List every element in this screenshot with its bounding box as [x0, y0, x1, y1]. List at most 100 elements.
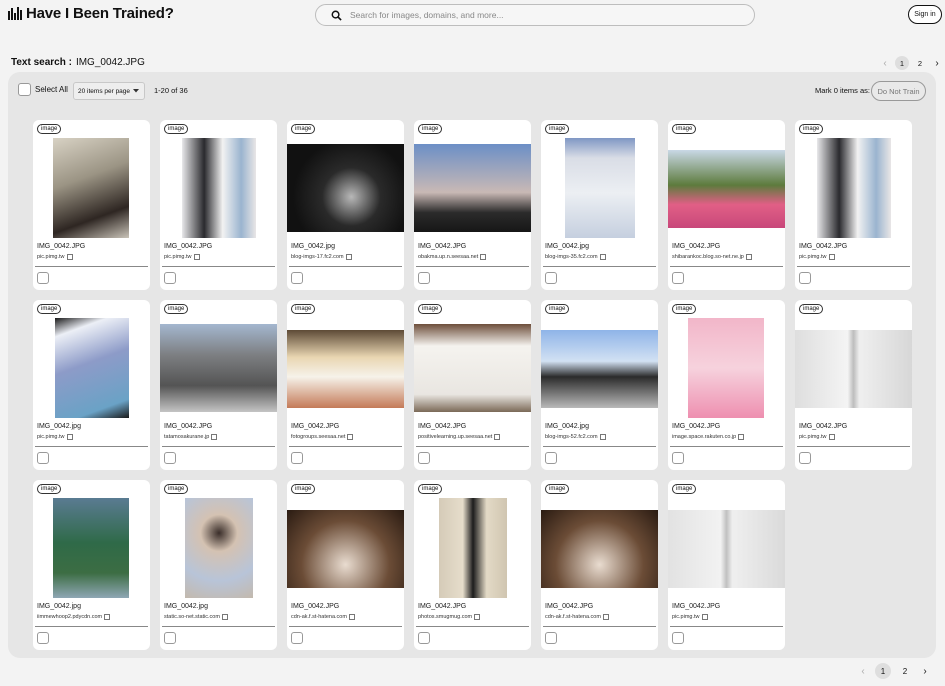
result-card[interactable]: image IMG_0042.JPG pic.pimg.tw	[668, 480, 785, 650]
result-thumbnail[interactable]	[160, 324, 277, 412]
result-select-checkbox[interactable]	[672, 272, 684, 284]
result-select-checkbox[interactable]	[291, 632, 303, 644]
logo[interactable]: Have I Been Trained?	[8, 5, 174, 22]
select-all[interactable]: Select All	[18, 83, 68, 96]
result-select-checkbox[interactable]	[545, 632, 557, 644]
page-1-button[interactable]: 1	[875, 663, 891, 679]
next-page-button[interactable]: ›	[919, 666, 931, 677]
select-all-checkbox[interactable]	[18, 83, 31, 96]
page-2-button[interactable]: 2	[897, 663, 913, 679]
result-domain-link[interactable]: blog-imgs-17.fc2.com	[291, 254, 352, 260]
result-card[interactable]: image IMG_0042.jpg blog-imgs-52.fc2.com	[541, 300, 658, 470]
result-thumbnail[interactable]	[414, 324, 531, 412]
result-select-checkbox[interactable]	[418, 452, 430, 464]
result-thumbnail[interactable]	[182, 138, 256, 238]
result-card[interactable]: image IMG_0042.JPG cdn-ak.f.st-hatena.com	[541, 480, 658, 650]
next-page-button[interactable]: ›	[931, 58, 943, 69]
prev-page-button[interactable]: ‹	[857, 666, 869, 677]
result-thumbnail[interactable]	[817, 138, 891, 238]
external-link-icon	[66, 254, 73, 260]
result-select-checkbox[interactable]	[37, 452, 49, 464]
result-domain-link[interactable]: pic.pimg.tw	[799, 254, 835, 260]
result-select-checkbox[interactable]	[291, 452, 303, 464]
result-card[interactable]: image IMG_0042.JPG obakma.up.n.seesaa.net	[414, 120, 531, 290]
result-domain-link[interactable]: photos.smugmug.com	[418, 614, 481, 620]
result-domain-link[interactable]: pic.pimg.tw	[672, 614, 708, 620]
result-card[interactable]: image IMG_0042.jpg static.so-net.static.co…	[160, 480, 277, 650]
result-thumbnail[interactable]	[795, 330, 912, 408]
result-thumbnail[interactable]	[668, 150, 785, 228]
result-domain-link[interactable]: positivelearning.up.seesaa.net	[418, 434, 501, 440]
result-card[interactable]: image IMG_0042.JPG cdn-ak.f.st-hatena.com	[287, 480, 404, 650]
result-select-checkbox[interactable]	[799, 452, 811, 464]
result-card[interactable]: image IMG_0042.jpg blog-imgs-17.fc2.com	[287, 120, 404, 290]
result-select-checkbox[interactable]	[164, 632, 176, 644]
items-per-page-select[interactable]: 20 items per page	[73, 82, 145, 100]
result-domain-link[interactable]: pic.pimg.tw	[799, 434, 835, 440]
page-1-button[interactable]: 1	[895, 56, 909, 70]
result-thumbnail[interactable]	[668, 510, 785, 588]
result-card[interactable]: image IMG_0042.jpg blog-imgs-35.fc2.com	[541, 120, 658, 290]
result-thumbnail[interactable]	[185, 498, 253, 598]
result-domain-link[interactable]: cdn-ak.f.st-hatena.com	[291, 614, 355, 620]
result-select-checkbox[interactable]	[799, 272, 811, 284]
result-card[interactable]: image IMG_0042.JPG shibarankoc.blog.so-net…	[668, 120, 785, 290]
result-domain-link[interactable]: pic.pimg.tw	[164, 254, 200, 260]
result-thumbnail[interactable]	[287, 510, 404, 588]
result-domain-link[interactable]: blog-imgs-35.fc2.com	[545, 254, 606, 260]
result-card[interactable]: image IMG_0042.JPG pic.pimg.tw	[795, 300, 912, 470]
result-select-checkbox[interactable]	[545, 452, 557, 464]
result-card[interactable]: image IMG_0042.JPG image.space.rakuten.co.…	[668, 300, 785, 470]
result-domain-link[interactable]: image.space.rakuten.co.jp	[672, 434, 745, 440]
page-2-button[interactable]: 2	[913, 56, 927, 70]
result-domain-link[interactable]: iimmewhoop2.pdycdn.com	[37, 614, 111, 620]
result-select-checkbox[interactable]	[418, 272, 430, 284]
result-card[interactable]: image IMG_0042.JPG photos.smugmug.com	[414, 480, 531, 650]
external-link-icon	[602, 614, 609, 620]
result-select-checkbox[interactable]	[291, 272, 303, 284]
result-domain-link[interactable]: pic.pimg.tw	[37, 254, 73, 260]
result-domain-link[interactable]: static.so-net.static.com	[164, 614, 228, 620]
result-thumbnail[interactable]	[414, 144, 531, 232]
result-domain-link[interactable]: obakma.up.n.seesaa.net	[418, 254, 487, 260]
result-thumbnail[interactable]	[565, 138, 635, 238]
result-thumbnail[interactable]	[53, 498, 129, 598]
search-bar[interactable]	[315, 4, 755, 26]
result-thumbnail[interactable]	[541, 510, 658, 588]
result-thumbnail[interactable]	[688, 318, 764, 418]
result-thumbnail[interactable]	[55, 318, 129, 418]
result-domain-link[interactable]: blog-imgs-52.fc2.com	[545, 434, 606, 440]
result-thumbnail[interactable]	[541, 330, 658, 408]
do-not-train-button[interactable]: Do Not Train	[871, 81, 926, 101]
result-card[interactable]: image IMG_0042.JPG pic.pimg.tw	[160, 120, 277, 290]
result-card[interactable]: image IMG_0042.JPG pic.pimg.tw	[33, 120, 150, 290]
result-domain: shibarankoc.blog.so-net.ne.jp	[672, 254, 744, 260]
result-select-checkbox[interactable]	[672, 632, 684, 644]
result-thumbnail[interactable]	[287, 330, 404, 408]
result-select-checkbox[interactable]	[164, 272, 176, 284]
result-thumbnail[interactable]	[439, 498, 507, 598]
result-domain-link[interactable]: cdn-ak.f.st-hatena.com	[545, 614, 609, 620]
result-select-checkbox[interactable]	[37, 272, 49, 284]
result-card[interactable]: image IMG_0042.jpg pic.pimg.tw	[33, 300, 150, 470]
result-domain-link[interactable]: pic.pimg.tw	[37, 434, 73, 440]
search-query-label: Text search : IMG_0042.JPG	[11, 57, 145, 68]
result-card[interactable]: image IMG_0042.JPG fotogroups.seesaa.net	[287, 300, 404, 470]
result-domain-link[interactable]: tatamosakurane.jp	[164, 434, 218, 440]
result-thumbnail[interactable]	[53, 138, 129, 238]
result-card[interactable]: image IMG_0042.jpg iimmewhoop2.pdycdn.com	[33, 480, 150, 650]
result-select-checkbox[interactable]	[164, 452, 176, 464]
search-input[interactable]	[350, 10, 730, 20]
result-select-checkbox[interactable]	[37, 632, 49, 644]
result-card[interactable]: image IMG_0042.JPG tatamosakurane.jp	[160, 300, 277, 470]
prev-page-button[interactable]: ‹	[879, 58, 891, 69]
result-select-checkbox[interactable]	[418, 632, 430, 644]
result-select-checkbox[interactable]	[672, 452, 684, 464]
result-thumbnail[interactable]	[287, 144, 404, 232]
result-domain-link[interactable]: fotogroups.seesaa.net	[291, 434, 354, 440]
result-select-checkbox[interactable]	[545, 272, 557, 284]
sign-in-button[interactable]: Sign in	[908, 5, 942, 24]
result-card[interactable]: image IMG_0042.JPG pic.pimg.tw	[795, 120, 912, 290]
result-card[interactable]: image IMG_0042.JPG positivelearning.up.see…	[414, 300, 531, 470]
result-domain-link[interactable]: shibarankoc.blog.so-net.ne.jp	[672, 254, 752, 260]
